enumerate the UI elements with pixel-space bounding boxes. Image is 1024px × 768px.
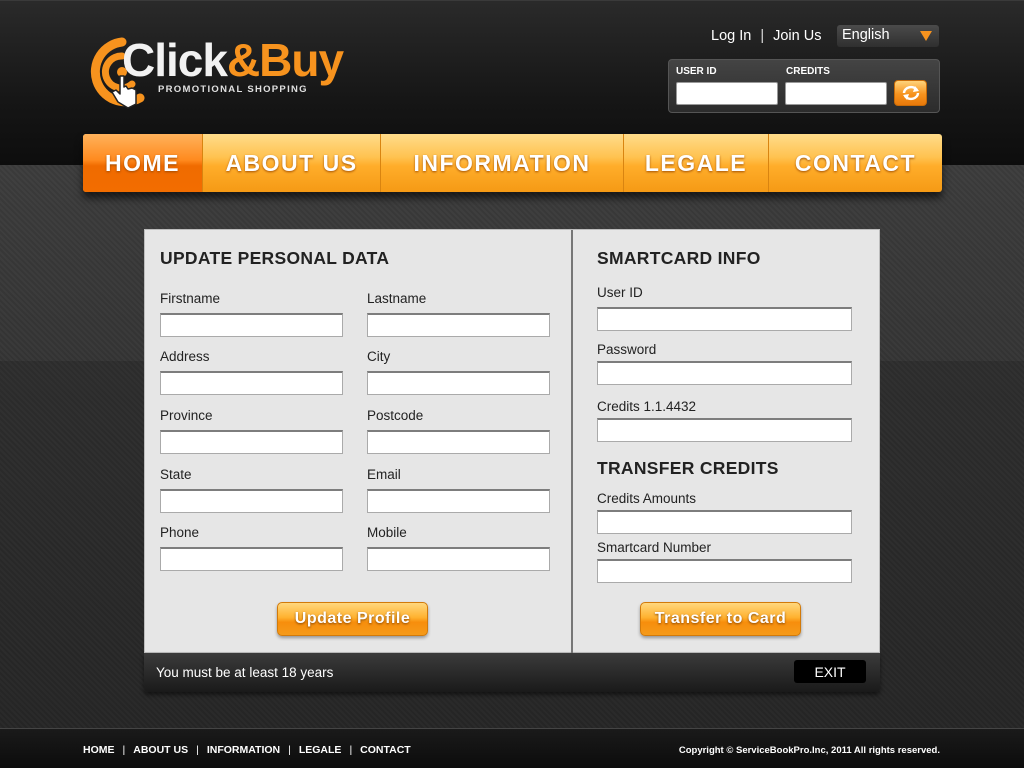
refresh-button[interactable] xyxy=(894,80,927,106)
phone-label: Phone xyxy=(160,525,200,540)
user-id-input[interactable] xyxy=(676,82,778,105)
nav-item-about-us[interactable]: ABOUT US xyxy=(203,134,381,192)
footer-links: HOME | ABOUT US | INFORMATION | LEGALE |… xyxy=(83,744,411,756)
join-link[interactable]: Join Us xyxy=(768,28,826,44)
personal-data-title: UPDATE PERSONAL DATA xyxy=(160,248,390,268)
postcode-input[interactable] xyxy=(367,430,550,454)
mobile-label: Mobile xyxy=(367,525,407,540)
state-label: State xyxy=(160,467,192,482)
credits-amount-label: Credits Amounts xyxy=(597,491,697,506)
footer-link-legale[interactable]: LEGALE xyxy=(299,744,342,756)
state-input[interactable] xyxy=(160,489,343,513)
phone-input[interactable] xyxy=(160,547,343,571)
smartcard-user-id-input[interactable] xyxy=(597,307,852,331)
email-label: Email xyxy=(367,467,401,482)
nav-item-contact[interactable]: CONTACT xyxy=(769,134,942,192)
nav-item-home[interactable]: HOME xyxy=(83,134,203,192)
address-label: Address xyxy=(160,349,210,364)
credits-input[interactable] xyxy=(785,82,887,105)
credits-info-input[interactable] xyxy=(597,418,852,442)
update-profile-button[interactable]: Update Profile xyxy=(277,602,428,636)
copyright-text: Copyright © ServiceBookPro.Inc, 2011 All… xyxy=(678,745,940,756)
login-link[interactable]: Log In xyxy=(706,28,756,44)
exit-button[interactable]: EXIT xyxy=(794,660,866,683)
account-panel: UPDATE PERSONAL DATA Firstname Lastname … xyxy=(144,229,880,653)
mobile-input[interactable] xyxy=(367,547,550,571)
credits-info-label: Credits 1.1.4432 xyxy=(597,399,697,414)
user-id-label: USER ID xyxy=(676,66,717,77)
smartcard-user-id-label: User ID xyxy=(597,285,643,300)
main-nav: HOME ABOUT US INFORMATION LEGALE CONTACT xyxy=(83,134,942,192)
smartcard-number-input[interactable] xyxy=(597,559,852,583)
nav-item-legale[interactable]: LEGALE xyxy=(624,134,769,192)
logo-text-buy: &Buy xyxy=(226,34,344,86)
credits-amount-input[interactable] xyxy=(597,510,852,534)
account-links: Log In | Join Us xyxy=(706,27,826,45)
password-input[interactable] xyxy=(597,361,852,385)
footer-link-information[interactable]: INFORMATION xyxy=(207,744,280,756)
logo-text-click: Click xyxy=(122,34,228,86)
address-input[interactable] xyxy=(160,371,343,395)
city-input[interactable] xyxy=(367,371,550,395)
email-input[interactable] xyxy=(367,489,550,513)
footer-separator: | xyxy=(288,744,291,756)
province-label: Province xyxy=(160,408,213,423)
firstname-label: Firstname xyxy=(160,291,221,306)
province-input[interactable] xyxy=(160,430,343,454)
footer-link-about-us[interactable]: ABOUT US xyxy=(133,744,188,756)
language-value: English xyxy=(842,27,890,43)
footer-link-contact[interactable]: CONTACT xyxy=(360,744,411,756)
smartcard-number-label: Smartcard Number xyxy=(597,540,712,555)
transfer-credits-title: TRANSFER CREDITS xyxy=(597,458,779,478)
footer-separator: | xyxy=(349,744,353,756)
site-footer: HOME | ABOUT US | INFORMATION | LEGALE |… xyxy=(0,728,1024,768)
panel-divider xyxy=(571,230,573,653)
postcode-label: Postcode xyxy=(367,408,424,423)
city-label: City xyxy=(367,349,391,364)
password-label: Password xyxy=(597,342,657,357)
footer-link-home[interactable]: HOME xyxy=(83,744,115,756)
language-select[interactable]: English xyxy=(837,25,939,47)
lastname-label: Lastname xyxy=(367,291,427,306)
nav-item-information[interactable]: INFORMATION xyxy=(381,134,624,192)
link-separator: | xyxy=(760,28,765,44)
logo-tagline: PROMOTIONAL SHOPPING xyxy=(158,84,308,95)
lastname-input[interactable] xyxy=(367,313,550,337)
footer-separator: | xyxy=(196,744,199,756)
transfer-to-card-button[interactable]: Transfer to Card xyxy=(640,602,801,636)
footer-separator: | xyxy=(122,744,126,756)
logo[interactable]: Click&Buy PROMOTIONAL SHOPPING xyxy=(82,32,344,114)
credits-label: CREDITS xyxy=(786,66,830,77)
refresh-icon xyxy=(902,85,919,101)
logo-wordmark: Click&Buy xyxy=(122,32,344,88)
chevron-down-icon xyxy=(920,31,932,41)
smartcard-info-title: SMARTCARD INFO xyxy=(597,248,761,268)
quick-login-box: USER ID CREDITS xyxy=(668,59,940,113)
age-notice: You must be at least 18 years xyxy=(156,665,334,680)
firstname-input[interactable] xyxy=(160,313,343,337)
panel-footer: You must be at least 18 years EXIT xyxy=(144,653,880,692)
